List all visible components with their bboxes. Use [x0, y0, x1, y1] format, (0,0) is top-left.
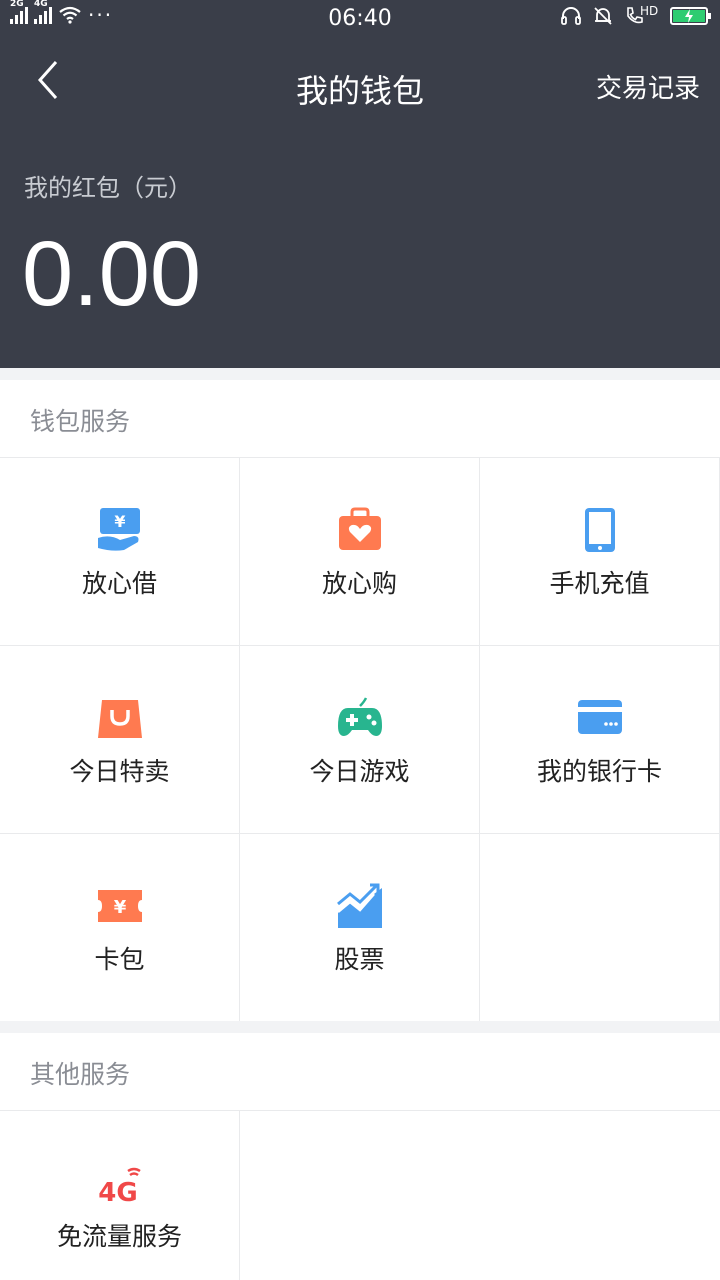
red-packet-label: 我的红包（元） — [24, 174, 192, 202]
other-services-header: 其他服务 — [0, 1033, 720, 1111]
service-label: 免流量服务 — [56, 1222, 182, 1251]
wallet-services-grid: ¥ 放心借 放心购 手机充值 今日特卖 今日游戏 我的银行卡 ¥ 卡包 股票 — [0, 458, 720, 1021]
service-label: 我的银行卡 — [536, 757, 662, 786]
section-title: 钱包服务 — [30, 407, 131, 436]
service-stocks[interactable]: 股票 — [240, 834, 479, 1021]
service-label: 今日游戏 — [309, 757, 410, 786]
service-daily-game[interactable]: 今日游戏 — [240, 646, 479, 833]
service-label: 放心借 — [81, 569, 157, 598]
4g-icon: 4G — [96, 1163, 144, 1211]
red-packet-amount: 0.00 — [22, 223, 202, 325]
wallet-services-header: 钱包服务 — [0, 380, 720, 458]
service-card-wallet[interactable]: ¥ 卡包 — [0, 834, 239, 1021]
headset-icon — [561, 7, 581, 25]
service-shopping[interactable]: 放心购 — [240, 458, 479, 645]
stock-chart-icon — [336, 883, 382, 928]
ticket-icon: ¥ — [97, 890, 142, 922]
empty-cell — [240, 1111, 720, 1280]
section-title: 其他服务 — [30, 1060, 131, 1089]
svg-text:¥: ¥ — [114, 512, 125, 531]
status-bar: 2G 4G ··· 06:40 HD — [0, 0, 720, 38]
hd-call-icon: HD — [624, 4, 660, 26]
service-label: 股票 — [334, 945, 385, 974]
4g-icon-text: 4G — [98, 1178, 137, 1208]
other-services-grid: 4G 免流量服务 — [0, 1111, 720, 1280]
service-phone-topup[interactable]: 手机充值 — [480, 458, 719, 645]
nav-bar: 我的钱包 交易记录 — [0, 38, 720, 130]
wallet-balance-panel[interactable]: 我的红包（元） 0.00 — [0, 130, 720, 368]
transaction-records-link[interactable]: 交易记录 — [596, 68, 700, 105]
service-data-free[interactable]: 4G 免流量服务 — [0, 1111, 239, 1280]
sale-bag-icon — [97, 700, 142, 738]
shopping-bag-heart-icon — [338, 507, 381, 550]
service-loan[interactable]: ¥ 放心借 — [0, 458, 239, 645]
battery-icon — [670, 7, 711, 25]
service-daily-sale[interactable]: 今日特卖 — [0, 646, 239, 833]
bank-card-icon — [577, 700, 622, 734]
loan-icon: ¥ — [97, 508, 140, 551]
empty-cell — [480, 834, 719, 1021]
service-label: 放心购 — [321, 569, 397, 598]
service-bank-card[interactable]: 我的银行卡 — [480, 646, 719, 833]
service-label: 今日特卖 — [69, 757, 170, 786]
svg-text:¥: ¥ — [113, 897, 126, 918]
phone-icon — [584, 508, 615, 552]
service-label: 卡包 — [94, 945, 145, 974]
service-label: 手机充值 — [549, 569, 650, 598]
gamepad-icon — [337, 697, 382, 736]
bell-muted-icon — [594, 7, 612, 25]
hd-label: HD — [640, 4, 659, 18]
